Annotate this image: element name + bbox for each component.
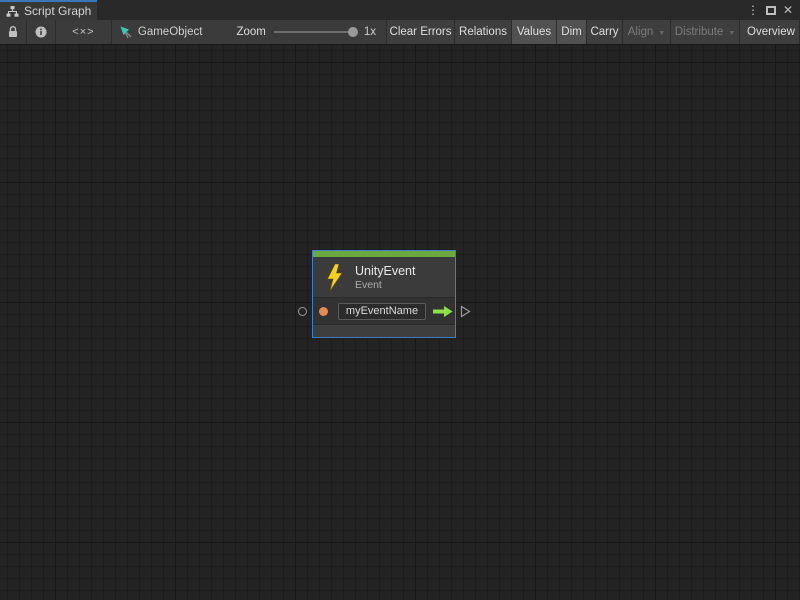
tab-bar: Script Graph ⋮ ✕	[0, 0, 800, 20]
code-view-button[interactable]: <×>	[56, 20, 112, 44]
graph-owner-label: GameObject	[138, 26, 203, 38]
graph-owner-field[interactable]: GameObject	[112, 20, 209, 44]
code-graph-icon: <×>	[72, 26, 94, 38]
node-footer	[313, 325, 455, 337]
info-button[interactable]	[27, 20, 56, 44]
close-icon[interactable]: ✕	[783, 3, 793, 17]
event-name-input-port[interactable]	[319, 307, 328, 316]
tab-title: Script Graph	[24, 4, 91, 18]
node-right-connection-port[interactable]	[460, 305, 471, 318]
caret-down-icon: ▼	[658, 30, 665, 37]
graph-canvas[interactable]: UnityEvent Event	[0, 45, 800, 600]
window-controls: ⋮ ✕	[747, 0, 800, 20]
distribute-dropdown[interactable]: Distribute ▼	[671, 20, 740, 44]
flow-output-arrow-icon[interactable]	[431, 305, 454, 318]
script-graph-window: Script Graph ⋮ ✕	[0, 0, 800, 600]
zoom-label: Zoom	[236, 26, 265, 38]
relations-toggle[interactable]: Relations	[455, 20, 512, 44]
lightning-bolt-icon	[326, 264, 342, 291]
overview-button[interactable]: Overview	[740, 20, 800, 44]
lock-icon	[8, 26, 18, 38]
node-port-row	[313, 298, 455, 324]
node-title: UnityEvent	[355, 264, 415, 278]
node-titles: UnityEvent Event	[355, 264, 415, 291]
node-left-connection-port[interactable]	[298, 307, 307, 316]
unity-event-node[interactable]: UnityEvent Event	[312, 250, 456, 338]
zoom-slider[interactable]	[274, 31, 356, 33]
caret-down-icon: ▼	[728, 30, 735, 37]
align-dropdown[interactable]: Align ▼	[623, 20, 671, 44]
values-toggle[interactable]: Values	[512, 20, 557, 44]
lock-button[interactable]	[0, 20, 27, 44]
script-graph-asset-icon	[120, 26, 133, 39]
zoom-value: 1x	[364, 26, 376, 38]
zoom-control: Zoom 1x	[208, 20, 387, 44]
node-header[interactable]: UnityEvent Event	[313, 257, 455, 297]
tab-script-graph[interactable]: Script Graph	[0, 0, 97, 20]
graph-toolbar: <×> GameObject Zoom 1x Clear Errors Rela…	[0, 20, 800, 45]
dim-toggle[interactable]: Dim	[557, 20, 587, 44]
window-menu-icon[interactable]: ⋮	[747, 3, 759, 17]
maximize-icon[interactable]	[766, 6, 776, 15]
info-icon	[35, 26, 47, 38]
zoom-slider-knob[interactable]	[348, 27, 358, 37]
clear-errors-button[interactable]: Clear Errors	[387, 20, 455, 44]
graph-hierarchy-icon	[6, 6, 19, 17]
node-subtitle: Event	[355, 279, 415, 291]
event-name-field[interactable]	[338, 303, 426, 320]
carry-toggle[interactable]: Carry	[587, 20, 623, 44]
